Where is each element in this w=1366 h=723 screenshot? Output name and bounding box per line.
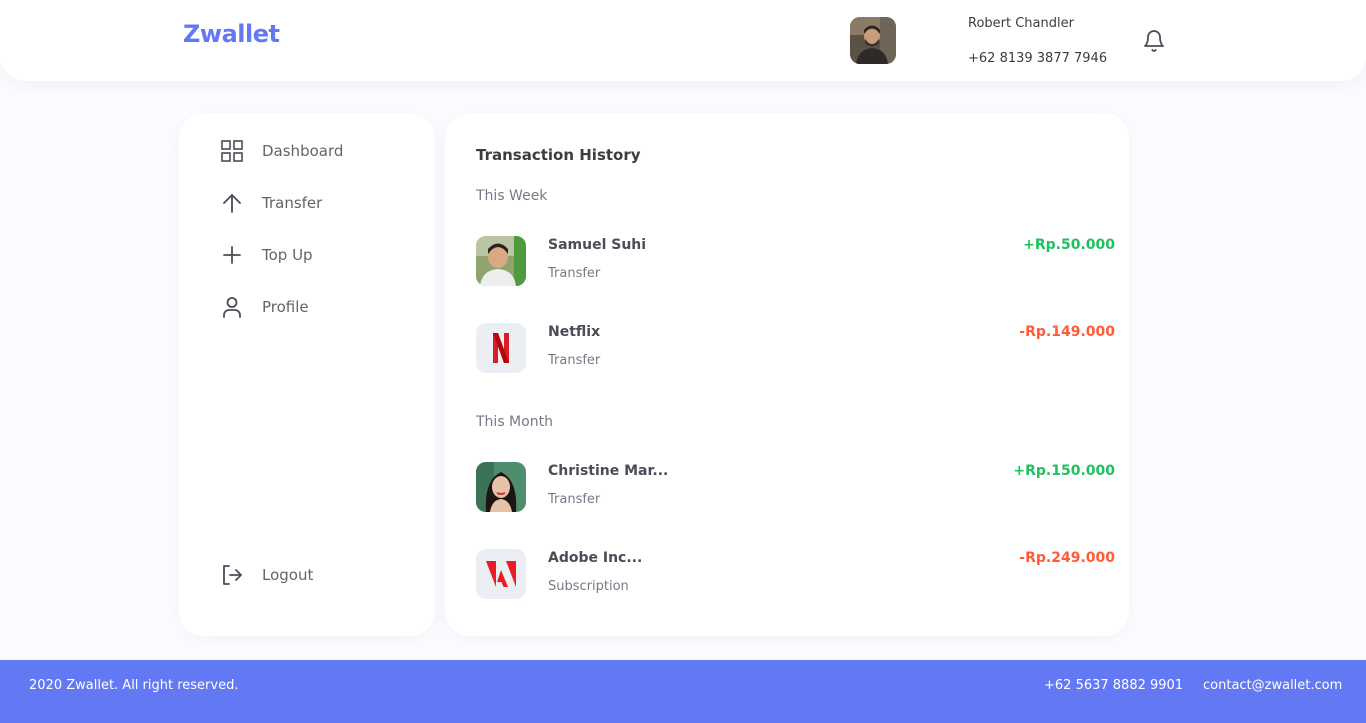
arrow-up-icon (219, 190, 245, 216)
section-label-this-month: This Month (476, 414, 553, 430)
user-icon (219, 294, 245, 320)
person-photo (476, 462, 526, 512)
transaction-name: Adobe Inc... (548, 550, 643, 566)
grid-icon (219, 138, 245, 164)
plus-icon (219, 242, 245, 268)
footer-copyright: 2020 Zwallet. All right reserved. (29, 678, 239, 693)
transaction-type: Subscription (548, 579, 629, 594)
page-title: Transaction History (476, 146, 641, 164)
transaction-item[interactable]: Samuel Suhi Transfer +Rp.50.000 (476, 236, 1115, 288)
transaction-item[interactable]: Christine Mar... Transfer +Rp.150.000 (476, 462, 1115, 514)
netflix-logo (476, 323, 526, 373)
logout-label: Logout (262, 566, 314, 584)
transaction-name: Netflix (548, 324, 601, 340)
transaction-amount: +Rp.150.000 (1013, 463, 1115, 479)
sidebar-item-profile[interactable]: Profile (219, 293, 309, 321)
sidebar: Dashboard Transfer Top Up Profile Logout (179, 113, 435, 636)
sidebar-item-top-up[interactable]: Top Up (219, 241, 313, 269)
sidebar-item-transfer[interactable]: Transfer (219, 189, 322, 217)
transaction-item[interactable]: Adobe Inc... Subscription -Rp.249.000 (476, 549, 1115, 601)
transaction-amount: +Rp.50.000 (1023, 237, 1115, 253)
transaction-name: Samuel Suhi (548, 237, 647, 253)
footer: 2020 Zwallet. All right reserved. +62 56… (0, 660, 1366, 723)
bell-icon[interactable] (1143, 29, 1165, 53)
sidebar-item-label: Dashboard (262, 142, 344, 160)
top-header: Zwallet Robert Chandler +62 8139 3877 79… (0, 0, 1366, 81)
logout-button[interactable]: Logout (219, 561, 313, 589)
brand-logo[interactable]: Zwallet (183, 20, 280, 48)
sidebar-item-label: Profile (262, 298, 309, 316)
section-label-this-week: This Week (476, 188, 548, 204)
sidebar-item-label: Transfer (262, 194, 323, 212)
footer-email[interactable]: contact@zwallet.com (1203, 678, 1342, 693)
transaction-item[interactable]: Netflix Transfer -Rp.149.000 (476, 323, 1115, 375)
transaction-amount: -Rp.149.000 (1019, 324, 1115, 340)
transaction-amount: -Rp.249.000 (1019, 550, 1115, 566)
transaction-history-panel: Transaction History This Week Samuel Suh… (445, 113, 1129, 636)
transaction-name: Christine Mar... (548, 463, 669, 479)
user-phone: +62 8139 3877 7946 (968, 51, 1108, 66)
transaction-type: Transfer (548, 266, 601, 281)
footer-phone: +62 5637 8882 9901 (1044, 678, 1184, 693)
adobe-logo (476, 549, 526, 599)
user-avatar[interactable] (850, 17, 896, 64)
user-name: Robert Chandler (968, 16, 1074, 31)
logout-icon (219, 562, 245, 588)
transaction-type: Transfer (548, 492, 601, 507)
person-photo (476, 236, 526, 286)
transaction-type: Transfer (548, 353, 601, 368)
sidebar-item-label: Top Up (262, 246, 313, 264)
sidebar-item-dashboard[interactable]: Dashboard (219, 137, 343, 165)
